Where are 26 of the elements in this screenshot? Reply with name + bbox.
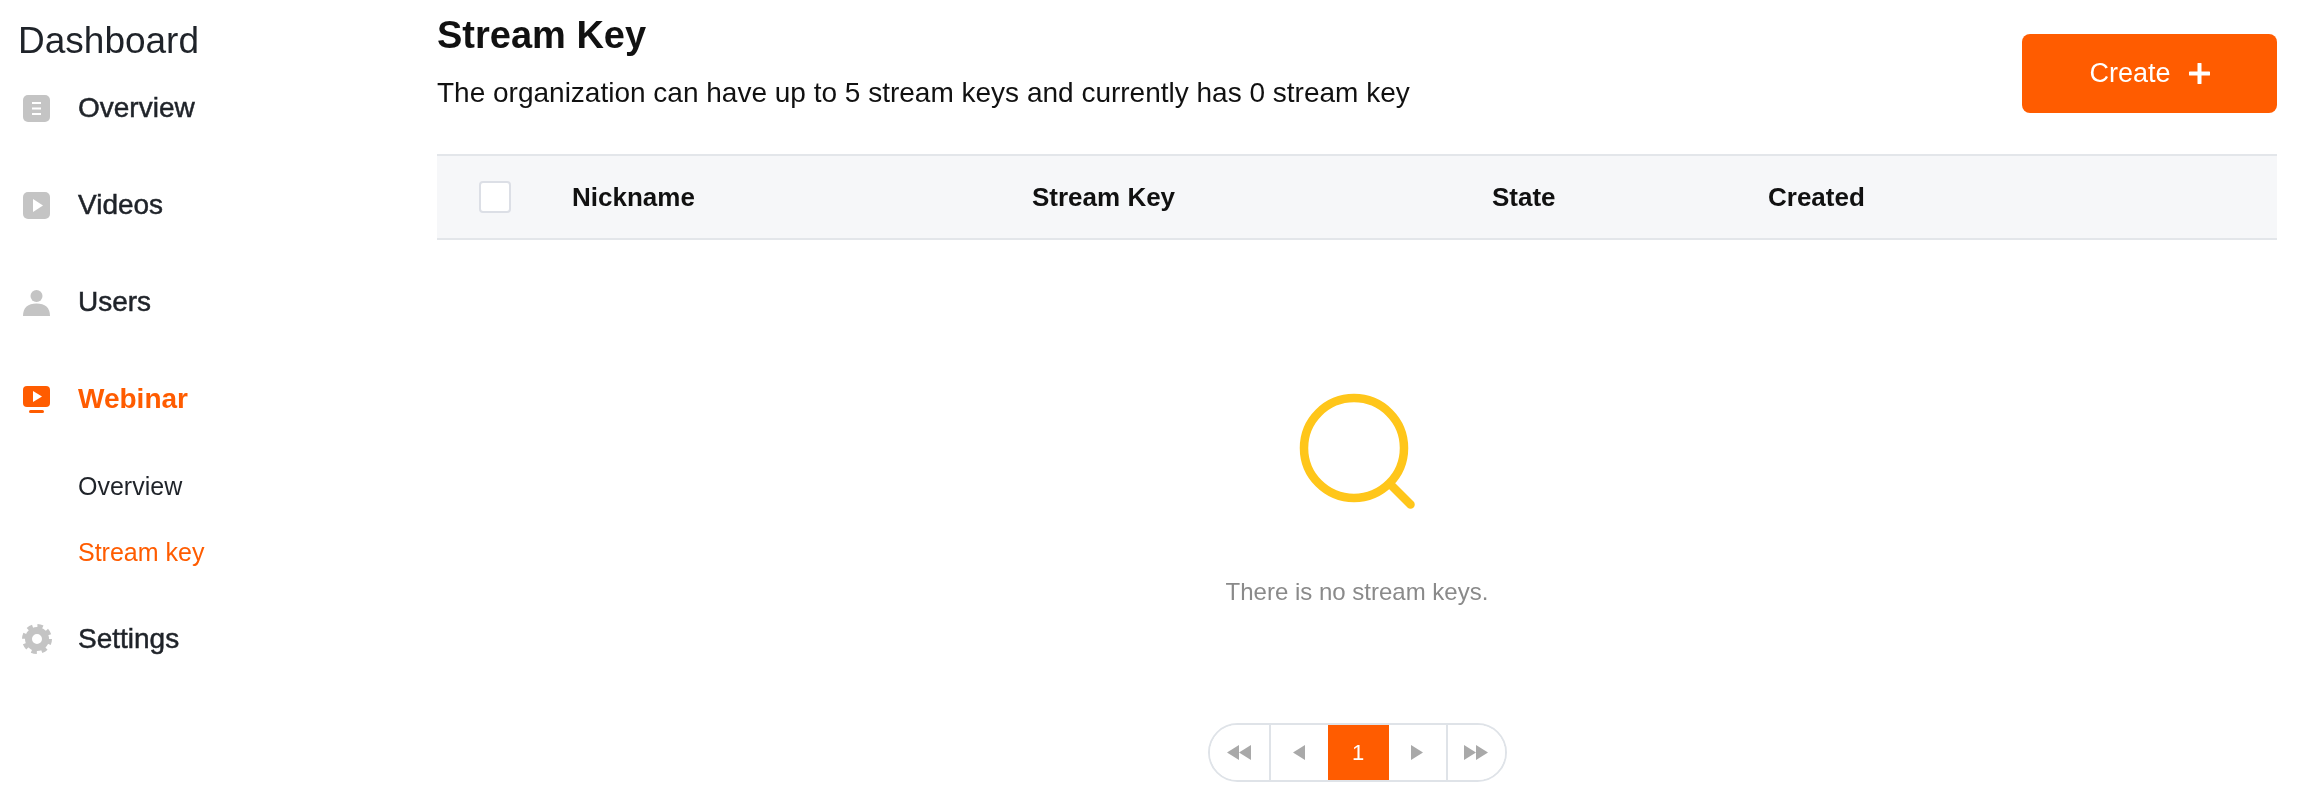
empty-message: There is no stream keys. xyxy=(1225,577,1489,607)
column-header: Nickname xyxy=(572,181,695,213)
nav-item[interactable]: Videos xyxy=(18,175,164,235)
select-all-checkbox[interactable] xyxy=(479,181,511,213)
nav-item[interactable]: Settings xyxy=(18,609,180,669)
double-left-triangle-icon xyxy=(1227,745,1251,760)
last-page-button[interactable] xyxy=(1445,725,1505,780)
plus-icon xyxy=(2188,63,2210,84)
magnifier-icon xyxy=(1299,393,1415,509)
left-triangle-icon xyxy=(1293,745,1305,760)
sidebar-title: Dashboard xyxy=(18,19,199,63)
column-header: Stream Key xyxy=(1032,181,1176,213)
nav-item[interactable]: Overview xyxy=(18,78,195,138)
subnav-item[interactable]: Overview xyxy=(78,463,183,509)
column-header: Created xyxy=(1768,181,1865,213)
document-icon xyxy=(23,94,50,122)
right-triangle-icon xyxy=(1411,745,1423,760)
nav-item[interactable]: Users xyxy=(18,272,152,332)
person-icon xyxy=(23,288,50,316)
gear-icon xyxy=(21,624,52,654)
monitor-play-icon xyxy=(23,385,50,413)
play-icon xyxy=(23,191,50,219)
page-description: The organization can have up to 5 stream keys and currently has 0 stream key xyxy=(437,76,1410,110)
column-header: State xyxy=(1492,181,1556,213)
page-title: Stream Key xyxy=(437,13,647,58)
double-right-triangle-icon xyxy=(1464,745,1488,760)
